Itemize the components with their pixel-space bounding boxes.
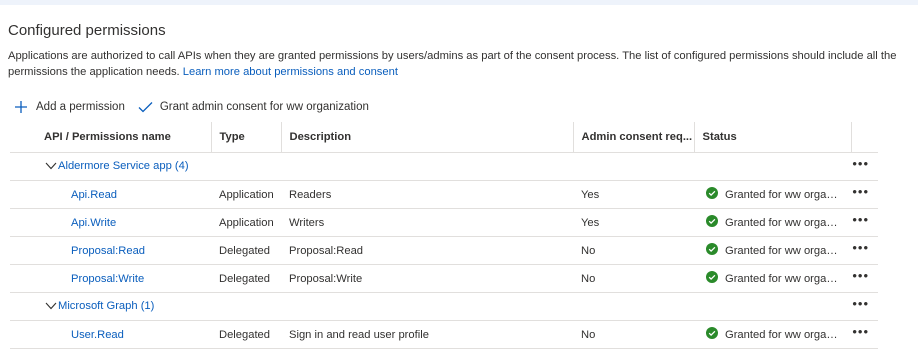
- group-toggle[interactable]: Microsoft Graph (1): [10, 292, 851, 321]
- permission-link[interactable]: Proposal:Write: [10, 264, 211, 293]
- more-icon[interactable]: •••: [851, 264, 878, 293]
- column-header-type[interactable]: Type: [211, 122, 282, 153]
- top-banner-strip: [0, 0, 918, 5]
- description-text: Applications are authorized to call APIs…: [8, 50, 897, 78]
- more-icon[interactable]: •••: [851, 180, 878, 209]
- admin-consent-required: No: [573, 264, 694, 293]
- column-header-status[interactable]: Status: [694, 122, 852, 153]
- status-text: Granted for ww organiz...: [725, 188, 841, 201]
- section-description: Applications are authorized to call APIs…: [8, 49, 898, 80]
- add-permission-label: Add a permission: [36, 101, 125, 113]
- admin-consent-required: Yes: [573, 208, 694, 237]
- check-circle-icon: [706, 187, 725, 202]
- status-cell: Granted for ww organiz...: [694, 236, 851, 265]
- admin-consent-required: Yes: [573, 180, 694, 209]
- permission-description: Readers: [281, 180, 573, 209]
- permission-link[interactable]: User.Read: [10, 320, 211, 349]
- group-toggle[interactable]: Aldermore Service app (4): [10, 152, 851, 181]
- status-cell: Granted for ww organiz...: [694, 208, 851, 237]
- check-circle-icon: [706, 271, 725, 286]
- permission-type: Application: [211, 180, 281, 209]
- permission-type: Application: [211, 208, 281, 237]
- admin-consent-required: No: [573, 320, 694, 349]
- permission-description: Proposal:Read: [281, 236, 573, 265]
- permissions-table: API / Permissions name Type Description …: [10, 122, 878, 349]
- permission-link[interactable]: Api.Read: [10, 180, 211, 209]
- checkmark-icon: [138, 101, 160, 113]
- grant-admin-consent-label: Grant admin consent for ww organization: [159, 101, 369, 113]
- group-row-microsoft-graph[interactable]: Microsoft Graph (1) •••: [10, 292, 878, 321]
- table-row: Proposal:Write Delegated Proposal:Write …: [10, 264, 878, 293]
- more-icon[interactable]: •••: [851, 236, 878, 265]
- permission-type: Delegated: [211, 264, 281, 293]
- permission-description: Sign in and read user profile: [281, 320, 573, 349]
- plus-icon: [14, 100, 36, 114]
- chevron-down-icon: [45, 161, 57, 173]
- permission-description: Proposal:Write: [281, 264, 573, 293]
- chevron-down-icon: [45, 301, 57, 313]
- group-label: Aldermore Service app (4): [58, 160, 189, 173]
- group-label: Microsoft Graph (1): [58, 300, 155, 313]
- permission-link[interactable]: Proposal:Read: [10, 236, 211, 265]
- status-text: Granted for ww organiz...: [725, 272, 841, 285]
- status-text: Granted for ww organiz...: [725, 328, 841, 341]
- table-row: User.Read Delegated Sign in and read use…: [10, 320, 878, 349]
- column-header-name[interactable]: API / Permissions name: [10, 122, 212, 153]
- more-icon[interactable]: •••: [851, 292, 878, 321]
- status-text: Granted for ww organiz...: [725, 216, 841, 229]
- more-icon[interactable]: •••: [851, 320, 878, 349]
- table-row: Api.Read Application Readers Yes Granted…: [10, 180, 878, 209]
- permission-type: Delegated: [211, 320, 281, 349]
- status-cell: Granted for ww organiz...: [694, 320, 851, 349]
- learn-more-link[interactable]: Learn more about permissions and consent: [183, 66, 398, 78]
- admin-consent-required: No: [573, 236, 694, 265]
- add-permission-button[interactable]: Add a permission: [14, 100, 125, 114]
- grant-admin-consent-button[interactable]: Grant admin consent for ww organization: [138, 101, 369, 113]
- more-icon[interactable]: •••: [851, 152, 878, 181]
- table-row: Api.Write Application Writers Yes Grante…: [10, 208, 878, 237]
- permissions-toolbar: Add a permission Grant admin consent for…: [14, 98, 369, 116]
- group-row-aldermore[interactable]: Aldermore Service app (4) •••: [10, 152, 878, 181]
- table-header-row: API / Permissions name Type Description …: [10, 122, 878, 153]
- column-header-description[interactable]: Description: [281, 122, 574, 153]
- column-header-actions: [851, 122, 878, 153]
- status-cell: Granted for ww organiz...: [694, 264, 851, 293]
- status-cell: Granted for ww organiz...: [694, 180, 851, 209]
- section-title: Configured permissions: [8, 22, 166, 39]
- permission-type: Delegated: [211, 236, 281, 265]
- table-row: Proposal:Read Delegated Proposal:Read No…: [10, 236, 878, 265]
- check-circle-icon: [706, 243, 725, 258]
- column-header-admin-consent[interactable]: Admin consent req...: [573, 122, 695, 153]
- status-text: Granted for ww organiz...: [725, 244, 841, 257]
- check-circle-icon: [706, 215, 725, 230]
- permission-description: Writers: [281, 208, 573, 237]
- permission-link[interactable]: Api.Write: [10, 208, 211, 237]
- more-icon[interactable]: •••: [851, 208, 878, 237]
- check-circle-icon: [706, 327, 725, 342]
